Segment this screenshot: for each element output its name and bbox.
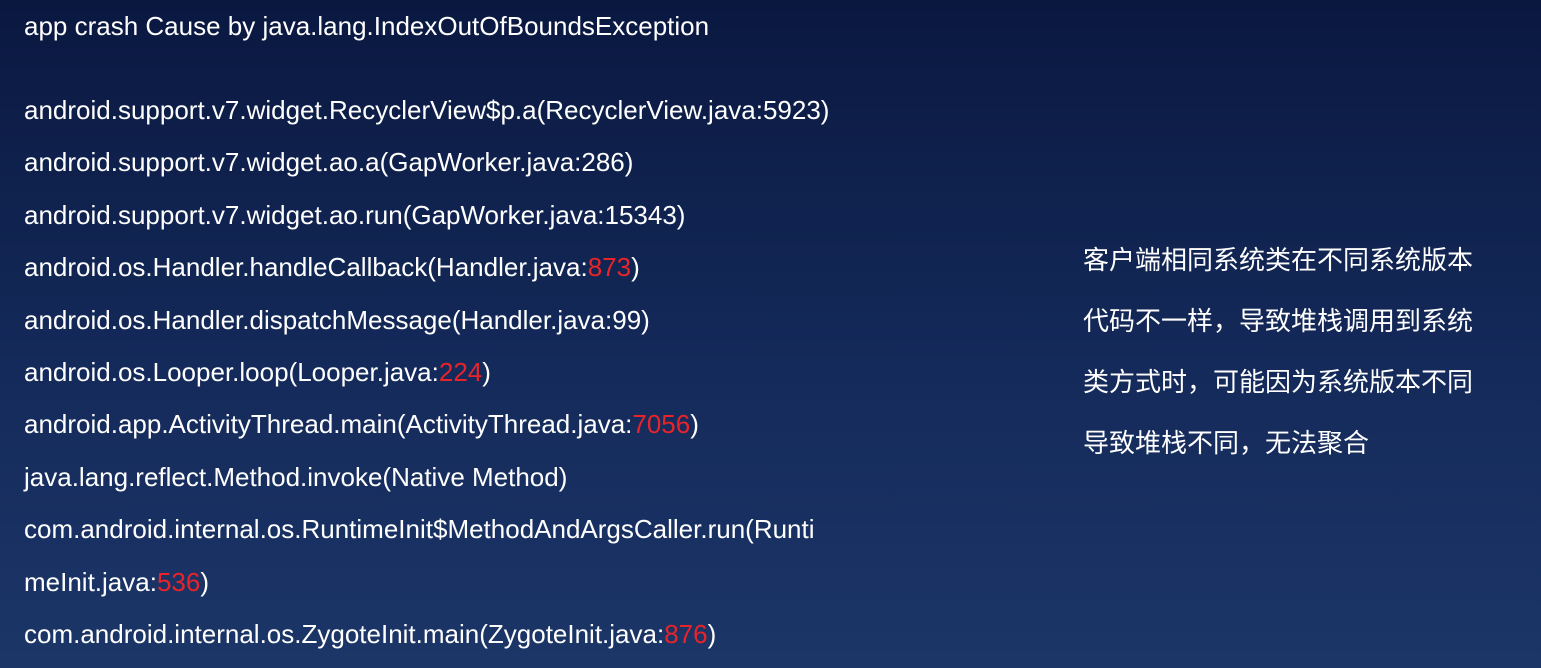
stack-line: java.lang.reflect.Method.invoke(Native M… [24,461,568,492]
stack-line: android.os.Handler.dispatchMessage(Handl… [24,304,650,335]
stack-line: com.android.internal.os.ZygoteInit.main(… [24,618,717,649]
line-number-highlight: 536 [156,566,201,597]
note-line: 导致堆栈不同，无法聚合 [1083,429,1370,459]
stack-line: android.support.v7.widget.ao.a(GapWorker… [24,147,634,178]
stack-line: android.support.v7.widget.RecyclerView$p… [24,95,830,125]
stack-line: android.app.ActivityThread.main(Activity… [24,409,699,440]
stack-line: meInit.java:536) [24,566,210,597]
line-number-highlight: 873 [587,252,632,283]
stack-trace: android.support.v7.widget.RecyclerView$p… [24,88,924,664]
stack-line: android.os.Looper.loop(Looper.java:224) [24,356,491,387]
note-line: 类方式时，可能因为系统版本不同 [1083,368,1474,398]
note-line: 客户端相同系统类在不同系统版本 [1083,246,1474,276]
line-number-highlight: 224 [438,356,483,387]
note-line: 代码不一样，导致堆栈调用到系统 [1083,307,1474,337]
line-number-highlight: 7056 [632,409,691,440]
stack-line: android.os.Handler.handleCallback(Handle… [24,252,640,283]
crash-title: app crash Cause by java.lang.IndexOutOfB… [24,11,710,41]
explanation-note: 客户端相同系统类在不同系统版本 代码不一样，导致堆栈调用到系统 类方式时，可能因… [1083,231,1528,475]
stack-line: android.support.v7.widget.ao.run(GapWork… [24,199,686,230]
line-number-highlight: 876 [664,618,708,649]
stack-line: com.android.internal.os.RuntimeInit$Meth… [24,514,815,545]
